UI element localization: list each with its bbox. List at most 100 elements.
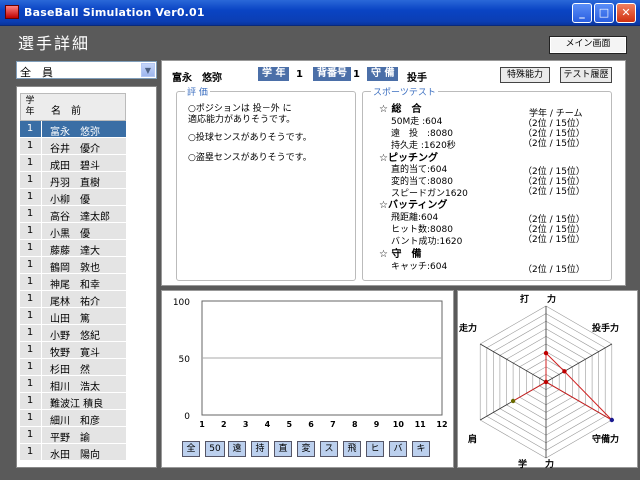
rank-endurance: （2位 / 15位） (523, 139, 585, 149)
header-name[interactable]: 名 前 (51, 102, 81, 117)
player-row[interactable]: 1 藤藤 達大 (20, 240, 126, 257)
player-grade: 1 (26, 327, 34, 338)
page-title: 選手詳細 (18, 34, 91, 53)
list-header: 学年 名 前 (20, 93, 126, 121)
test-catch: キャッチ:604 (391, 262, 448, 272)
player-row[interactable]: 1 水田 陽向 (20, 444, 126, 461)
maximize-button[interactable]: □ (594, 3, 614, 23)
chart-filter-button[interactable]: ス (320, 441, 338, 457)
player-row[interactable]: 1 平野 諭 (20, 427, 126, 444)
chart-filter-button[interactable]: ヒ (366, 441, 384, 457)
test-history-button[interactable]: テスト履歴 (560, 67, 612, 83)
chart-filter-button[interactable]: 変 (297, 441, 315, 457)
close-button[interactable]: ✕ (616, 3, 636, 23)
team-select-value: 全 員 (20, 66, 53, 79)
chart-filter-button[interactable]: 持 (251, 441, 269, 457)
player-grade: 1 (26, 225, 34, 236)
main-screen-button[interactable]: メイン画面 (549, 36, 627, 54)
player-name-cell: 小柳 優 (50, 195, 90, 206)
minimize-button[interactable]: _ (572, 3, 592, 23)
player-row[interactable]: 1 神尾 和幸 (20, 274, 126, 291)
player-name-cell: 牧野 寛斗 (50, 348, 100, 359)
player-name-cell: 相川 浩太 (50, 382, 100, 393)
radar-label-pitching: 投手力 (592, 324, 620, 334)
player-name-cell: 山田 篤 (50, 314, 90, 325)
player-name-cell: 小黒 優 (50, 229, 90, 240)
radar-label-defense: 守備力 (592, 435, 620, 445)
player-row[interactable]: 1 小柳 優 (20, 189, 126, 206)
grade-value: 1 (296, 69, 303, 80)
player-grade: 1 (26, 123, 34, 134)
app-logo-icon (5, 5, 19, 19)
player-grade: 1 (26, 361, 34, 372)
player-row[interactable]: 1 小黒 優 (20, 223, 126, 240)
x-tick-label: 9 (374, 420, 380, 429)
team-select[interactable]: 全 員 ▼ (16, 61, 157, 79)
player-grade: 1 (26, 242, 34, 253)
player-row[interactable]: 1 牧野 寛斗 (20, 342, 126, 359)
number-label: 背番号 (313, 67, 351, 81)
eval-line: ○盗塁センスがありそうです。 (188, 153, 312, 163)
player-row[interactable]: 1 杉田 然 (20, 359, 126, 376)
player-row[interactable]: 1 富永 悠弥 (20, 121, 126, 138)
x-tick-label: 4 (265, 420, 271, 429)
chart-filter-button[interactable]: 飛 (343, 441, 361, 457)
player-row[interactable]: 1 難波江 積良 (20, 393, 126, 410)
number-value: 1 (353, 69, 360, 80)
y-tick-label: 100 (173, 298, 190, 308)
chart-filter-button[interactable]: 全 (182, 441, 200, 457)
evaluation-group: 評 価 ○ポジションは 投－外 に 適応能力がありそうです。 ○投球センスがあり… (176, 85, 356, 281)
player-grade: 1 (26, 293, 34, 304)
player-grade: 1 (26, 412, 34, 423)
player-name-cell: 神尾 和幸 (50, 280, 100, 291)
player-row[interactable]: 1 高谷 達太郎 (20, 206, 126, 223)
radar-label-running: 走力 (459, 324, 478, 334)
radar-point-running (543, 379, 549, 385)
player-grade: 1 (26, 208, 34, 219)
special-ability-button[interactable]: 特殊能力 (500, 67, 550, 83)
player-grade: 1 (26, 174, 34, 185)
ability-radar-chart: 打 力 投手力 守備力 学 力 肩 走力 (457, 290, 638, 470)
player-row[interactable]: 1 小野 悠紀 (20, 325, 126, 342)
player-row[interactable]: 1 細川 和彦 (20, 410, 126, 427)
player-name: 富永 悠弥 (172, 73, 222, 84)
player-row[interactable]: 1 尾林 祐介 (20, 291, 126, 308)
radar-label-study: 学 力 (518, 460, 555, 470)
chart-filter-button[interactable]: キ (412, 441, 430, 457)
x-tick-label: 5 (286, 420, 292, 429)
header-grade[interactable]: 学年 (24, 96, 36, 118)
player-name-cell: 尾林 祐介 (50, 297, 100, 308)
rank-bunt: （2位 / 15位） (523, 235, 585, 245)
sports-test-group: スポーツテスト ☆ 総 合 学年 / チーム 50M走 :604 （2位 / 1… (362, 85, 612, 281)
x-tick-label: 12 (436, 420, 447, 429)
player-row[interactable]: 1 谷井 優介 (20, 138, 126, 155)
player-grade: 1 (26, 276, 34, 287)
player-row[interactable]: 1 丹羽 直樹 (20, 172, 126, 189)
eval-line: ○ポジションは 投－外 に (188, 104, 292, 114)
player-grade: 1 (26, 157, 34, 168)
evaluation-legend: 評 価 (185, 85, 210, 98)
player-name-cell: 富永 悠弥 (50, 127, 100, 138)
player-grade: 1 (26, 191, 34, 202)
player-name-cell: 小野 悠紀 (50, 331, 100, 342)
player-grade: 1 (26, 259, 34, 270)
player-name-cell: 難波江 積良 (50, 399, 104, 410)
chart-filter-button[interactable]: 遠 (228, 441, 246, 457)
player-row[interactable]: 1 相川 浩太 (20, 376, 126, 393)
player-name-cell: 谷井 優介 (50, 144, 100, 155)
player-row[interactable]: 1 鶴岡 敦也 (20, 257, 126, 274)
x-tick-label: 7 (330, 420, 336, 429)
overall-heading: ☆ 総 合 (379, 104, 422, 115)
player-row[interactable]: 1 山田 篤 (20, 308, 126, 325)
player-name-cell: 細川 和彦 (50, 416, 100, 427)
eval-line: ○投球センスがありそうです。 (188, 133, 312, 143)
player-row[interactable]: 1 成田 碧斗 (20, 155, 126, 172)
chart-filter-button[interactable]: バ (389, 441, 407, 457)
rank-speedgun: （2位 / 15位） (523, 187, 585, 197)
chart-filter-button[interactable]: 直 (274, 441, 292, 457)
player-name-cell: 杉田 然 (50, 365, 90, 376)
chevron-down-icon[interactable]: ▼ (141, 63, 155, 77)
test-history-chart: 0 50 100 1 2 3 4 5 6 7 8 9 10 11 12 全 50 遠持直変ス飛ヒバキ (161, 290, 454, 468)
chart-filter-button[interactable]: 50 (205, 441, 225, 457)
window-title: BaseBall Simulation Ver0.01 (24, 6, 205, 19)
